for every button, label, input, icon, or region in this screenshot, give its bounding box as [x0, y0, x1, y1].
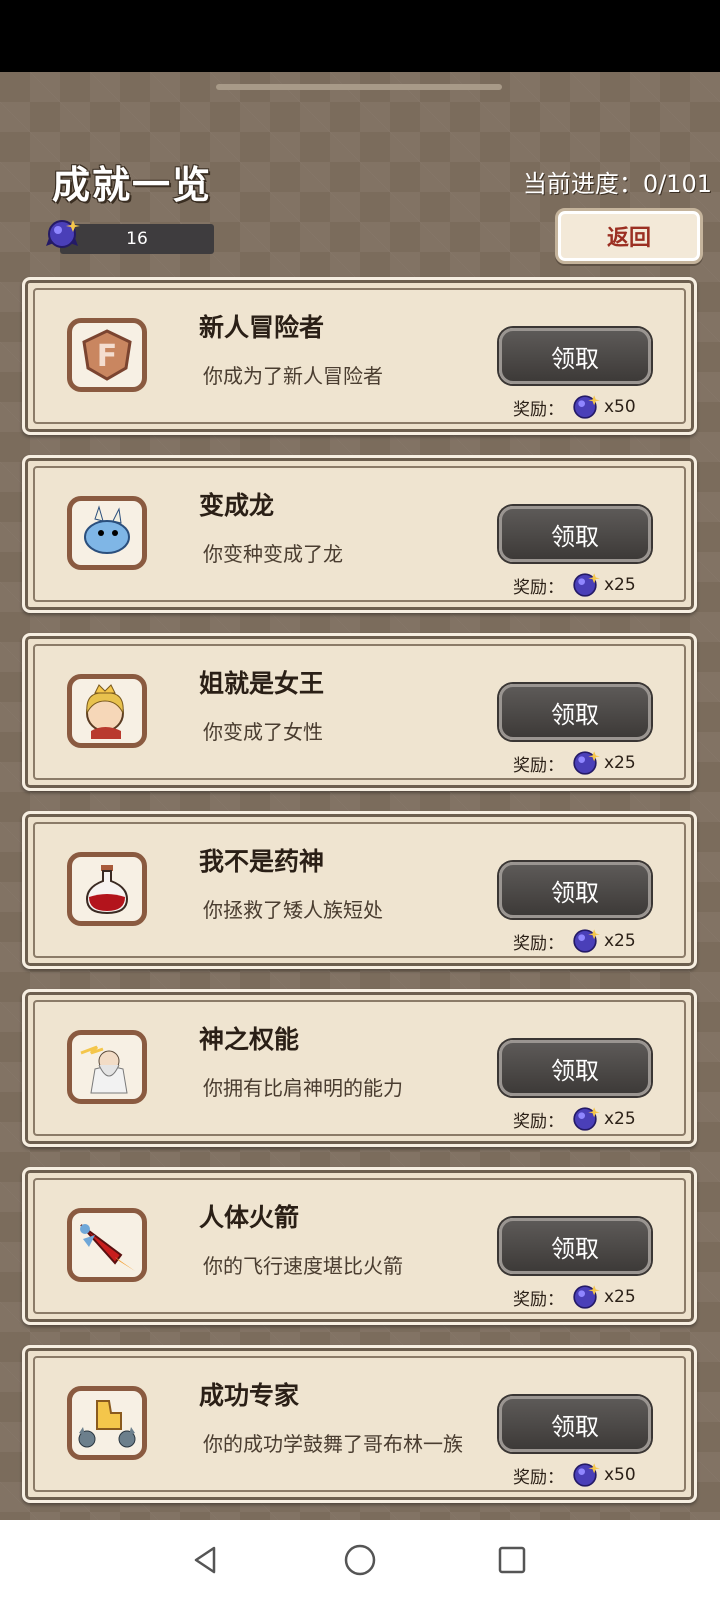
claim-button[interactable]: 领取 — [499, 1218, 651, 1274]
claim-button[interactable]: 领取 — [499, 684, 651, 740]
achievement-description: 你变种变成了龙 — [203, 542, 343, 566]
red-potion-icon — [67, 852, 147, 926]
claim-button[interactable]: 领取 — [499, 862, 651, 918]
nav-home-button[interactable] — [340, 1540, 380, 1580]
reward-label: 奖励： — [513, 1467, 564, 1488]
gem-count: 16 — [126, 229, 148, 249]
achievement-title: 我不是药神 — [199, 847, 325, 876]
reward: 奖励： x50 — [513, 1460, 636, 1490]
gem-icon — [573, 929, 600, 953]
achievement-card: 我不是药神 你拯救了矮人族短处 领取 奖励： x25 — [22, 811, 697, 969]
back-button[interactable]: 返回 — [555, 208, 703, 264]
goblin-thumbs-up-icon — [67, 1386, 147, 1460]
reward-label: 奖励： — [513, 577, 564, 598]
achievement-card: F 新人冒险者 你成为了新人冒险者 领取 奖励： x50 — [22, 277, 697, 435]
blue-dragon-icon — [67, 496, 147, 570]
reward-amount: x25 — [604, 1109, 636, 1129]
progress-label: 当前进度：0/101 — [522, 170, 712, 198]
reward-amount: x25 — [604, 1287, 636, 1307]
gem-icon — [573, 1285, 600, 1309]
page-title: 成就一览 — [52, 163, 213, 207]
reward-amount: x25 — [604, 753, 636, 773]
reward-amount: x25 — [604, 575, 636, 595]
achievement-card: 人体火箭 你的飞行速度堪比火箭 领取 奖励： x25 — [22, 1167, 697, 1325]
reward-amount: x50 — [604, 397, 636, 417]
reward: 奖励： x25 — [513, 1104, 636, 1134]
reward-amount: x50 — [604, 1465, 636, 1485]
system-nav-bar — [0, 1520, 720, 1600]
achievement-title: 变成龙 — [199, 491, 275, 520]
reward: 奖励： x50 — [513, 392, 636, 422]
achievement-screen: 成就一览 当前进度：0/101 16 返回 F 新人冒险者 你成为了新人冒险者 … — [0, 72, 720, 1520]
reward: 奖励： x25 — [513, 748, 636, 778]
triangle-back-icon — [194, 1546, 216, 1574]
gem-icon — [573, 395, 600, 419]
nav-recents-button[interactable] — [492, 1540, 532, 1580]
gem-icon — [573, 1107, 600, 1131]
achievement-description: 你拥有比肩神明的能力 — [203, 1076, 403, 1100]
achievement-description: 你的成功学鼓舞了哥布林一族 — [203, 1432, 463, 1456]
bronze-f-rank-badge-icon: F — [67, 318, 147, 392]
reward: 奖励： x25 — [513, 570, 636, 600]
queen-icon — [67, 674, 147, 748]
claim-button[interactable]: 领取 — [499, 506, 651, 562]
nav-back-button[interactable] — [186, 1540, 226, 1580]
svg-text:F: F — [97, 339, 118, 374]
achievement-description: 你变成了女性 — [203, 720, 323, 744]
gem-icon — [573, 573, 600, 597]
achievement-title: 神之权能 — [199, 1025, 300, 1054]
reward: 奖励： x25 — [513, 926, 636, 956]
reward-label: 奖励： — [513, 1111, 564, 1132]
claim-button[interactable]: 领取 — [499, 1396, 651, 1452]
claim-button[interactable]: 领取 — [499, 328, 651, 384]
drag-handle[interactable] — [216, 84, 502, 90]
gem-icon — [46, 220, 80, 248]
achievement-description: 你拯救了矮人族短处 — [203, 898, 383, 922]
gem-icon — [573, 751, 600, 775]
rocket-icon — [67, 1208, 147, 1282]
reward-label: 奖励： — [513, 399, 564, 420]
gem-balance: 16 — [60, 224, 214, 254]
reward-label: 奖励： — [513, 755, 564, 776]
reward-label: 奖励： — [513, 1289, 564, 1310]
achievement-card: 神之权能 你拥有比肩神明的能力 领取 奖励： x25 — [22, 989, 697, 1147]
circle-home-icon — [344, 1544, 376, 1576]
reward-amount: x25 — [604, 931, 636, 951]
square-recents-icon — [498, 1546, 526, 1574]
achievement-title: 人体火箭 — [199, 1203, 300, 1232]
achievement-description: 你成为了新人冒险者 — [203, 364, 383, 388]
achievement-description: 你的飞行速度堪比火箭 — [203, 1254, 403, 1278]
achievement-title: 新人冒险者 — [199, 313, 325, 342]
gem-icon — [573, 1463, 600, 1487]
achievement-card: 成功专家 你的成功学鼓舞了哥布林一族 领取 奖励： x50 — [22, 1345, 697, 1503]
achievement-title: 姐就是女王 — [199, 669, 325, 698]
achievement-title: 成功专家 — [199, 1381, 300, 1410]
status-bar — [0, 0, 720, 72]
zeus-icon — [67, 1030, 147, 1104]
achievement-card: 变成龙 你变种变成了龙 领取 奖励： x25 — [22, 455, 697, 613]
achievement-card: 姐就是女王 你变成了女性 领取 奖励： x25 — [22, 633, 697, 791]
reward: 奖励： x25 — [513, 1282, 636, 1312]
claim-button[interactable]: 领取 — [499, 1040, 651, 1096]
reward-label: 奖励： — [513, 933, 564, 954]
